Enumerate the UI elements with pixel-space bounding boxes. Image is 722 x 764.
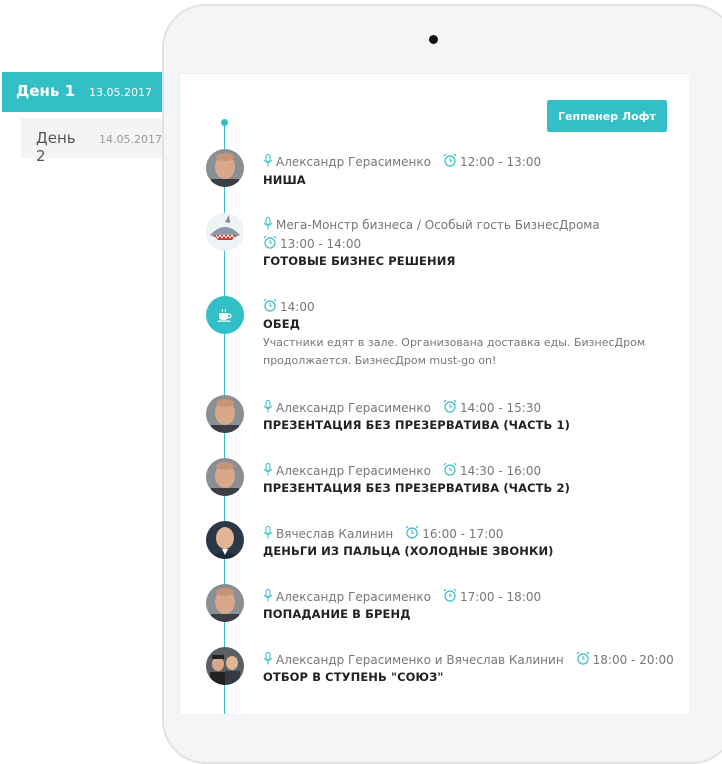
alarm-clock-icon <box>443 399 457 416</box>
event-title: НИША <box>263 173 306 187</box>
event-meta: Александр Герасименко и Вячеслав Калинин… <box>263 651 674 668</box>
speaker-name: Вячеслав Калинин <box>276 526 394 541</box>
speaker-avatar <box>206 213 244 251</box>
event-time: 12:00 - 13:00 <box>459 154 542 169</box>
event-time: 13:00 - 14:00 <box>280 236 362 251</box>
event-meta: Александр Герасименко 12:00 - 13:00 <box>263 153 541 170</box>
event-time: 16:00 - 17:00 <box>422 526 504 541</box>
speaker-avatar <box>206 521 244 559</box>
speaker-avatar <box>206 149 244 187</box>
event-meta: Александр Герасименко 14:00 - 15:30 <box>263 399 541 416</box>
day-tab-1[interactable]: День 1 13.05.2017 <box>2 72 162 112</box>
coffee-cup-icon <box>206 296 244 334</box>
day-tab-2-label: День 2 <box>36 129 76 165</box>
event-meta: 14:00 <box>263 298 315 315</box>
event-time: 17:00 - 18:00 <box>459 589 542 604</box>
alarm-clock-icon <box>443 588 457 605</box>
speaker-name: Мега-Монстр бизнеса / Особый гость Бизне… <box>276 218 600 232</box>
event-title: ПРЕЗЕНТАЦИЯ БЕЗ ПРЕЗЕРВАТИВА (ЧАСТЬ 1) <box>263 418 570 432</box>
alarm-clock-icon <box>443 153 457 170</box>
alarm-clock-icon <box>405 525 419 542</box>
speaker-name: Александр Герасименко <box>276 400 431 415</box>
day-tab-2-date: 14.05.2017 <box>99 133 162 146</box>
event-title: ПОПАДАНИЕ В БРЕНД <box>263 607 411 621</box>
event-title: ОТБОР В СТУПЕНЬ "СОЮЗ" <box>263 670 444 684</box>
alarm-clock-icon <box>576 651 590 668</box>
event-meta: Александр Герасименко 14:30 - 16:00 <box>263 462 541 479</box>
event-meta: Вячеслав Калинин 16:00 - 17:00 <box>263 525 503 542</box>
speaker-name: Александр Герасименко <box>276 589 431 604</box>
speaker-name: Александр Герасименко <box>276 154 431 169</box>
alarm-clock-icon <box>443 462 457 479</box>
microphone-icon <box>263 399 273 416</box>
speaker-avatar <box>206 647 244 685</box>
day-tab-1-label: День 1 <box>16 82 76 100</box>
tablet-camera <box>429 35 438 44</box>
alarm-clock-icon <box>263 298 277 315</box>
event-title: ОБЕД <box>263 317 301 331</box>
venue-button[interactable]: Геппенер Лофт <box>547 100 667 132</box>
schedule-screen: Геппенер Лофт Александр Герасименко 12:0… <box>179 73 689 714</box>
event-time: 14:30 - 16:00 <box>459 463 542 478</box>
speaker-avatar <box>206 395 244 433</box>
event-description: Участники едят в зале. Организована дост… <box>263 336 646 367</box>
speaker-avatar <box>206 458 244 496</box>
speaker-avatar <box>206 584 244 622</box>
event-time: 18:00 - 20:00 <box>592 652 674 667</box>
microphone-icon <box>263 588 273 605</box>
event-meta: Александр Герасименко 17:00 - 18:00 <box>263 588 541 605</box>
event-time: 14:00 <box>280 299 315 314</box>
microphone-icon <box>263 651 273 668</box>
microphone-icon <box>263 217 273 233</box>
speaker-name: Александр Герасименко и Вячеслав Калинин <box>276 652 564 667</box>
day-tab-2[interactable]: День 2 14.05.2017 <box>21 118 162 165</box>
day-tab-1-date: 13.05.2017 <box>89 86 153 99</box>
alarm-clock-icon <box>263 235 277 252</box>
microphone-icon <box>263 525 273 542</box>
microphone-icon <box>263 462 273 479</box>
event-time-row: 13:00 - 14:00 <box>263 235 361 252</box>
event-meta: Мега-Монстр бизнеса / Особый гость Бизне… <box>263 217 600 233</box>
event-time: 14:00 - 15:30 <box>459 400 542 415</box>
speaker-name: Александр Герасименко <box>276 463 431 478</box>
event-title: ПРЕЗЕНТАЦИЯ БЕЗ ПРЕЗЕРВАТИВА (ЧАСТЬ 2) <box>263 481 570 495</box>
microphone-icon <box>263 153 273 170</box>
timeline-start-dot <box>221 119 228 126</box>
event-title: ДЕНЬГИ ИЗ ПАЛЬЦА (ХОЛОДНЫЕ ЗВОНКИ) <box>263 544 554 558</box>
event-title: ГОТОВЫЕ БИЗНЕС РЕШЕНИЯ <box>263 254 456 268</box>
